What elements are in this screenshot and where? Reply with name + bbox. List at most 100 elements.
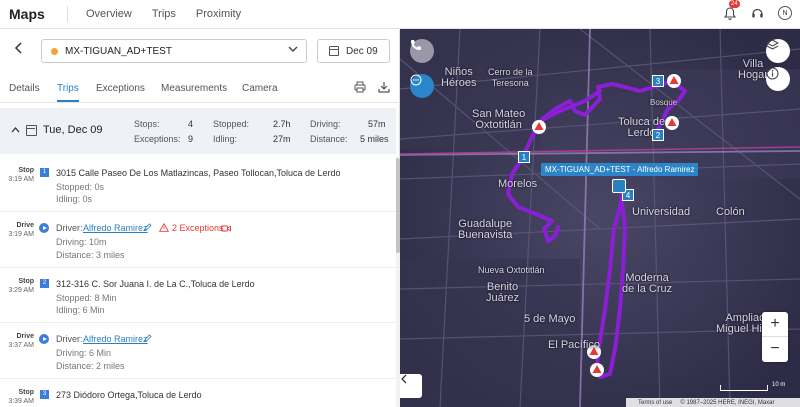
- driving-duration: Driving: 6 Min: [56, 348, 112, 358]
- stopped-duration: Stopped: 0s: [56, 182, 105, 192]
- stop-number: 2: [40, 279, 49, 288]
- driver-label: Driver:: [56, 334, 83, 344]
- camera-icon[interactable]: [221, 224, 231, 234]
- drive-distance: Distance: 3 miles: [56, 250, 125, 260]
- list-item[interactable]: Stop 3:29 AM 2 312-316 C. Sor Juana I. d…: [0, 268, 396, 323]
- nav-proximity[interactable]: Proximity: [196, 8, 241, 20]
- top-nav: Overview Trips Proximity: [76, 8, 261, 20]
- tab-camera[interactable]: Camera: [242, 83, 278, 94]
- pencil-icon[interactable]: [144, 223, 152, 233]
- item-kind: Drive: [16, 333, 34, 340]
- tab-trips[interactable]: Trips: [57, 83, 79, 94]
- bell-icon[interactable]: 24: [723, 0, 740, 20]
- stopped-label: Stopped:: [213, 119, 250, 129]
- collapse-panel-button[interactable]: [400, 374, 422, 398]
- driver-link[interactable]: Alfredo Ramirez: [83, 334, 148, 344]
- map-label: El Pacífico: [548, 339, 600, 351]
- item-kind: Stop: [18, 389, 34, 396]
- stop-number: 3: [40, 390, 49, 399]
- chevron-up-icon[interactable]: [11, 125, 20, 136]
- item-time: 3:19 AM: [8, 176, 34, 183]
- map-label: Nueva Oxtotitlán: [478, 265, 545, 275]
- play-icon[interactable]: [39, 334, 49, 344]
- map-label: Bosque: [650, 98, 678, 107]
- scale-label: 10 m: [772, 382, 786, 388]
- vehicle-status-dot: [51, 47, 58, 55]
- map-stop-marker[interactable]: 1: [518, 151, 530, 163]
- notification-badge: 24: [729, 0, 740, 8]
- divider: [67, 6, 68, 22]
- exceptions-label: Exceptions:: [134, 134, 181, 144]
- tab-measurements[interactable]: Measurements: [161, 83, 227, 94]
- item-kind: Stop: [18, 278, 34, 285]
- chat-icon[interactable]: [410, 74, 434, 98]
- day-summary: Tue, Dec 09 Stops: 4 Exceptions: 9 Stopp…: [0, 108, 396, 154]
- stops-value: 4: [188, 119, 194, 129]
- item-time: 3:39 AM: [8, 398, 34, 405]
- item-time: 3:37 AM: [8, 342, 34, 349]
- trip-list: Stop 3:19 AM 1 3015 Calle Paseo De Los M…: [0, 157, 396, 407]
- phone-icon[interactable]: [410, 39, 434, 63]
- stop-address: 312-316 C. Sor Juana I. de La C.,Toluca …: [56, 279, 255, 289]
- distance-value: 5 miles: [360, 134, 389, 144]
- map-label: Colón: [716, 206, 745, 218]
- exceptions-link[interactable]: 2 Exceptions: [172, 223, 224, 233]
- map-label: San Mateo Oxtotitlán: [472, 108, 526, 131]
- driver-label: Driver:: [56, 223, 83, 233]
- stop-number: 1: [40, 168, 49, 177]
- map-label: Niños Héroes: [441, 66, 477, 89]
- item-time: 3:29 AM: [8, 287, 34, 294]
- play-icon[interactable]: [39, 223, 49, 233]
- map-label: Moderna de la Cruz: [622, 272, 673, 295]
- info-icon[interactable]: [766, 67, 790, 91]
- avatar[interactable]: N: [778, 6, 792, 20]
- tab-details[interactable]: Details: [9, 83, 40, 94]
- layers-icon[interactable]: [766, 39, 790, 63]
- map-stop-marker[interactable]: 2: [652, 129, 664, 141]
- terms-link[interactable]: Terms of use: [638, 400, 672, 406]
- headset-icon[interactable]: [751, 7, 764, 20]
- driver-link[interactable]: Alfredo Ramirez: [83, 223, 148, 233]
- back-arrow-icon[interactable]: [14, 42, 30, 58]
- zoom-in-button[interactable]: +: [762, 312, 788, 337]
- vehicle-row: MX-TIGUAN_AD+TEST Dec 09: [0, 39, 400, 63]
- zoom-out-button[interactable]: −: [762, 337, 788, 362]
- driving-value: 57m: [368, 119, 386, 129]
- item-kind: Drive: [16, 222, 34, 229]
- map-stop-marker[interactable]: 3: [652, 75, 664, 87]
- stopped-value: 2.7h: [273, 119, 291, 129]
- download-icon[interactable]: [378, 81, 390, 95]
- stop-address: 273 Diódoro Ortega,Toluca de Lerdo: [56, 390, 202, 400]
- stops-label: Stops:: [134, 119, 160, 129]
- list-item[interactable]: Drive 3:19 AM Driver: Alfredo Ramirez 2 …: [0, 212, 396, 268]
- list-item[interactable]: Drive 3:37 AM Driver: Alfredo Ramirez Dr…: [0, 323, 396, 379]
- nav-overview[interactable]: Overview: [86, 8, 132, 20]
- active-tab-indicator: [57, 100, 79, 102]
- day-title: Tue, Dec 09: [43, 124, 103, 136]
- vehicle-map-label[interactable]: MX-TIGUAN_AD+TEST - Alfredo Ramirez: [541, 163, 699, 176]
- list-item[interactable]: Stop 3:39 AM 3 273 Diódoro Ortega,Toluca…: [0, 379, 396, 407]
- warning-icon: [158, 222, 170, 234]
- date-picker[interactable]: Dec 09: [317, 39, 390, 63]
- vehicle-select[interactable]: MX-TIGUAN_AD+TEST: [41, 39, 307, 63]
- map-view[interactable]: Niños Héroes Cerro de la Teresona Villa Hog…: [400, 29, 800, 407]
- list-item[interactable]: Stop 3:19 AM 1 3015 Calle Paseo De Los M…: [0, 157, 396, 212]
- idling-label: Idling:: [213, 134, 238, 144]
- vehicle-name: MX-TIGUAN_AD+TEST: [65, 45, 172, 57]
- map-label: Universidad: [632, 206, 691, 218]
- nav-trips[interactable]: Trips: [152, 8, 176, 20]
- map-label: Villa Hogar: [738, 58, 768, 81]
- print-icon[interactable]: [354, 81, 366, 95]
- zoom-control: + −: [762, 312, 788, 362]
- pencil-icon[interactable]: [144, 334, 152, 344]
- exceptions-value: 9: [188, 134, 194, 144]
- tab-exceptions[interactable]: Exceptions: [96, 83, 145, 94]
- calendar-icon: [26, 124, 37, 136]
- vehicle-marker-icon[interactable]: [612, 179, 626, 193]
- trips-panel: MX-TIGUAN_AD+TEST Dec 09 Details Trips E…: [0, 30, 400, 407]
- top-bar: Maps Overview Trips Proximity 24 N: [0, 0, 800, 29]
- drive-distance: Distance: 2 miles: [56, 361, 125, 371]
- map-label: 5 de Mayo: [524, 313, 576, 325]
- idling-duration: Idling: 6 Min: [56, 305, 105, 315]
- map-copyright: © 1987–2025 HERE, INEGI, Maxar: [680, 399, 775, 406]
